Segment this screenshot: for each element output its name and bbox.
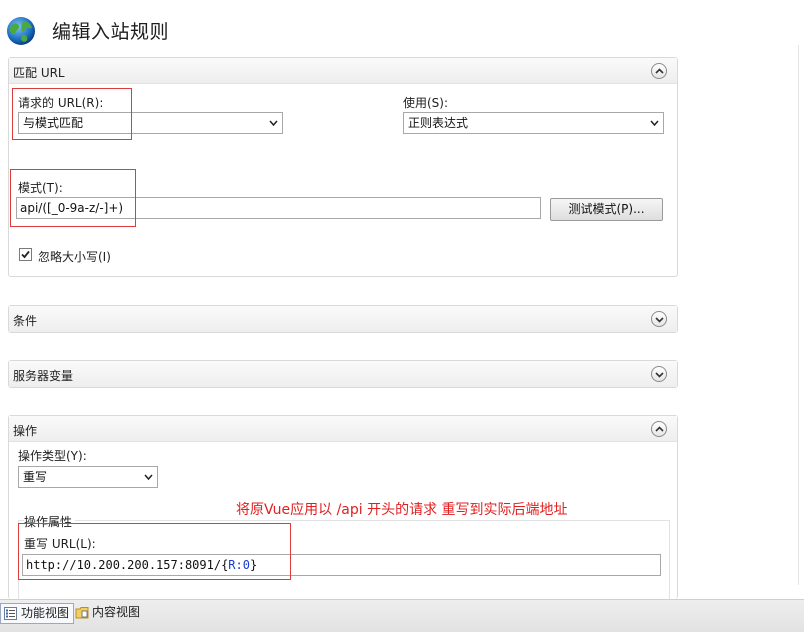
conditions-header[interactable]: 条件 [9, 306, 677, 332]
match-url-title: 匹配 URL [13, 66, 65, 80]
using-select[interactable]: 正则表达式 [403, 112, 664, 134]
highlight-box-requested-url [12, 88, 132, 140]
test-pattern-button[interactable]: 测试模式(P)... [550, 198, 663, 221]
expand-chevron-down-icon[interactable] [651, 366, 667, 382]
globe-icon [6, 16, 36, 46]
highlight-box-rewrite-url [18, 523, 291, 580]
dropdown-arrow-icon [650, 120, 659, 126]
dropdown-arrow-icon [144, 474, 153, 480]
features-view-icon [4, 607, 17, 620]
tab-features-view-label: 功能视图 [21, 606, 70, 620]
content-view-icon [75, 607, 89, 619]
action-type-select[interactable]: 重写 [18, 466, 158, 488]
ignore-case-checkbox[interactable] [19, 248, 32, 261]
ignore-case-label: 忽略大小写(I) [38, 250, 111, 264]
tab-features-view[interactable]: 功能视图 [0, 603, 75, 624]
action-type-label: 操作类型(Y): [18, 449, 87, 463]
conditions-title: 条件 [13, 314, 38, 328]
using-label: 使用(S): [403, 96, 449, 110]
using-value: 正则表达式 [408, 116, 469, 130]
conditions-panel: 条件 [8, 305, 678, 333]
action-title: 操作 [13, 424, 38, 438]
collapse-chevron-up-icon[interactable] [651, 421, 667, 437]
dropdown-arrow-icon [269, 120, 278, 126]
action-type-value: 重写 [23, 470, 48, 484]
tab-content-view-label: 内容视图 [92, 605, 141, 619]
bottom-view-bar: 功能视图 内容视图 [0, 599, 804, 632]
match-url-header[interactable]: 匹配 URL [9, 58, 677, 84]
expand-chevron-down-icon[interactable] [651, 311, 667, 327]
collapse-chevron-up-icon[interactable] [651, 63, 667, 79]
server-variables-panel: 服务器变量 [8, 360, 678, 388]
server-variables-header[interactable]: 服务器变量 [9, 361, 677, 387]
checkmark-icon [21, 250, 30, 259]
tab-content-view[interactable]: 内容视图 [72, 603, 144, 624]
page-title: 编辑入站规则 [52, 21, 170, 43]
right-scroll-edge [798, 45, 804, 585]
highlight-box-pattern [10, 169, 136, 227]
server-variables-title: 服务器变量 [13, 369, 74, 383]
annotation-note: 将原Vue应用以 /api 开头的请求 重写到实际后端地址 [236, 502, 568, 518]
action-header[interactable]: 操作 [9, 416, 677, 442]
